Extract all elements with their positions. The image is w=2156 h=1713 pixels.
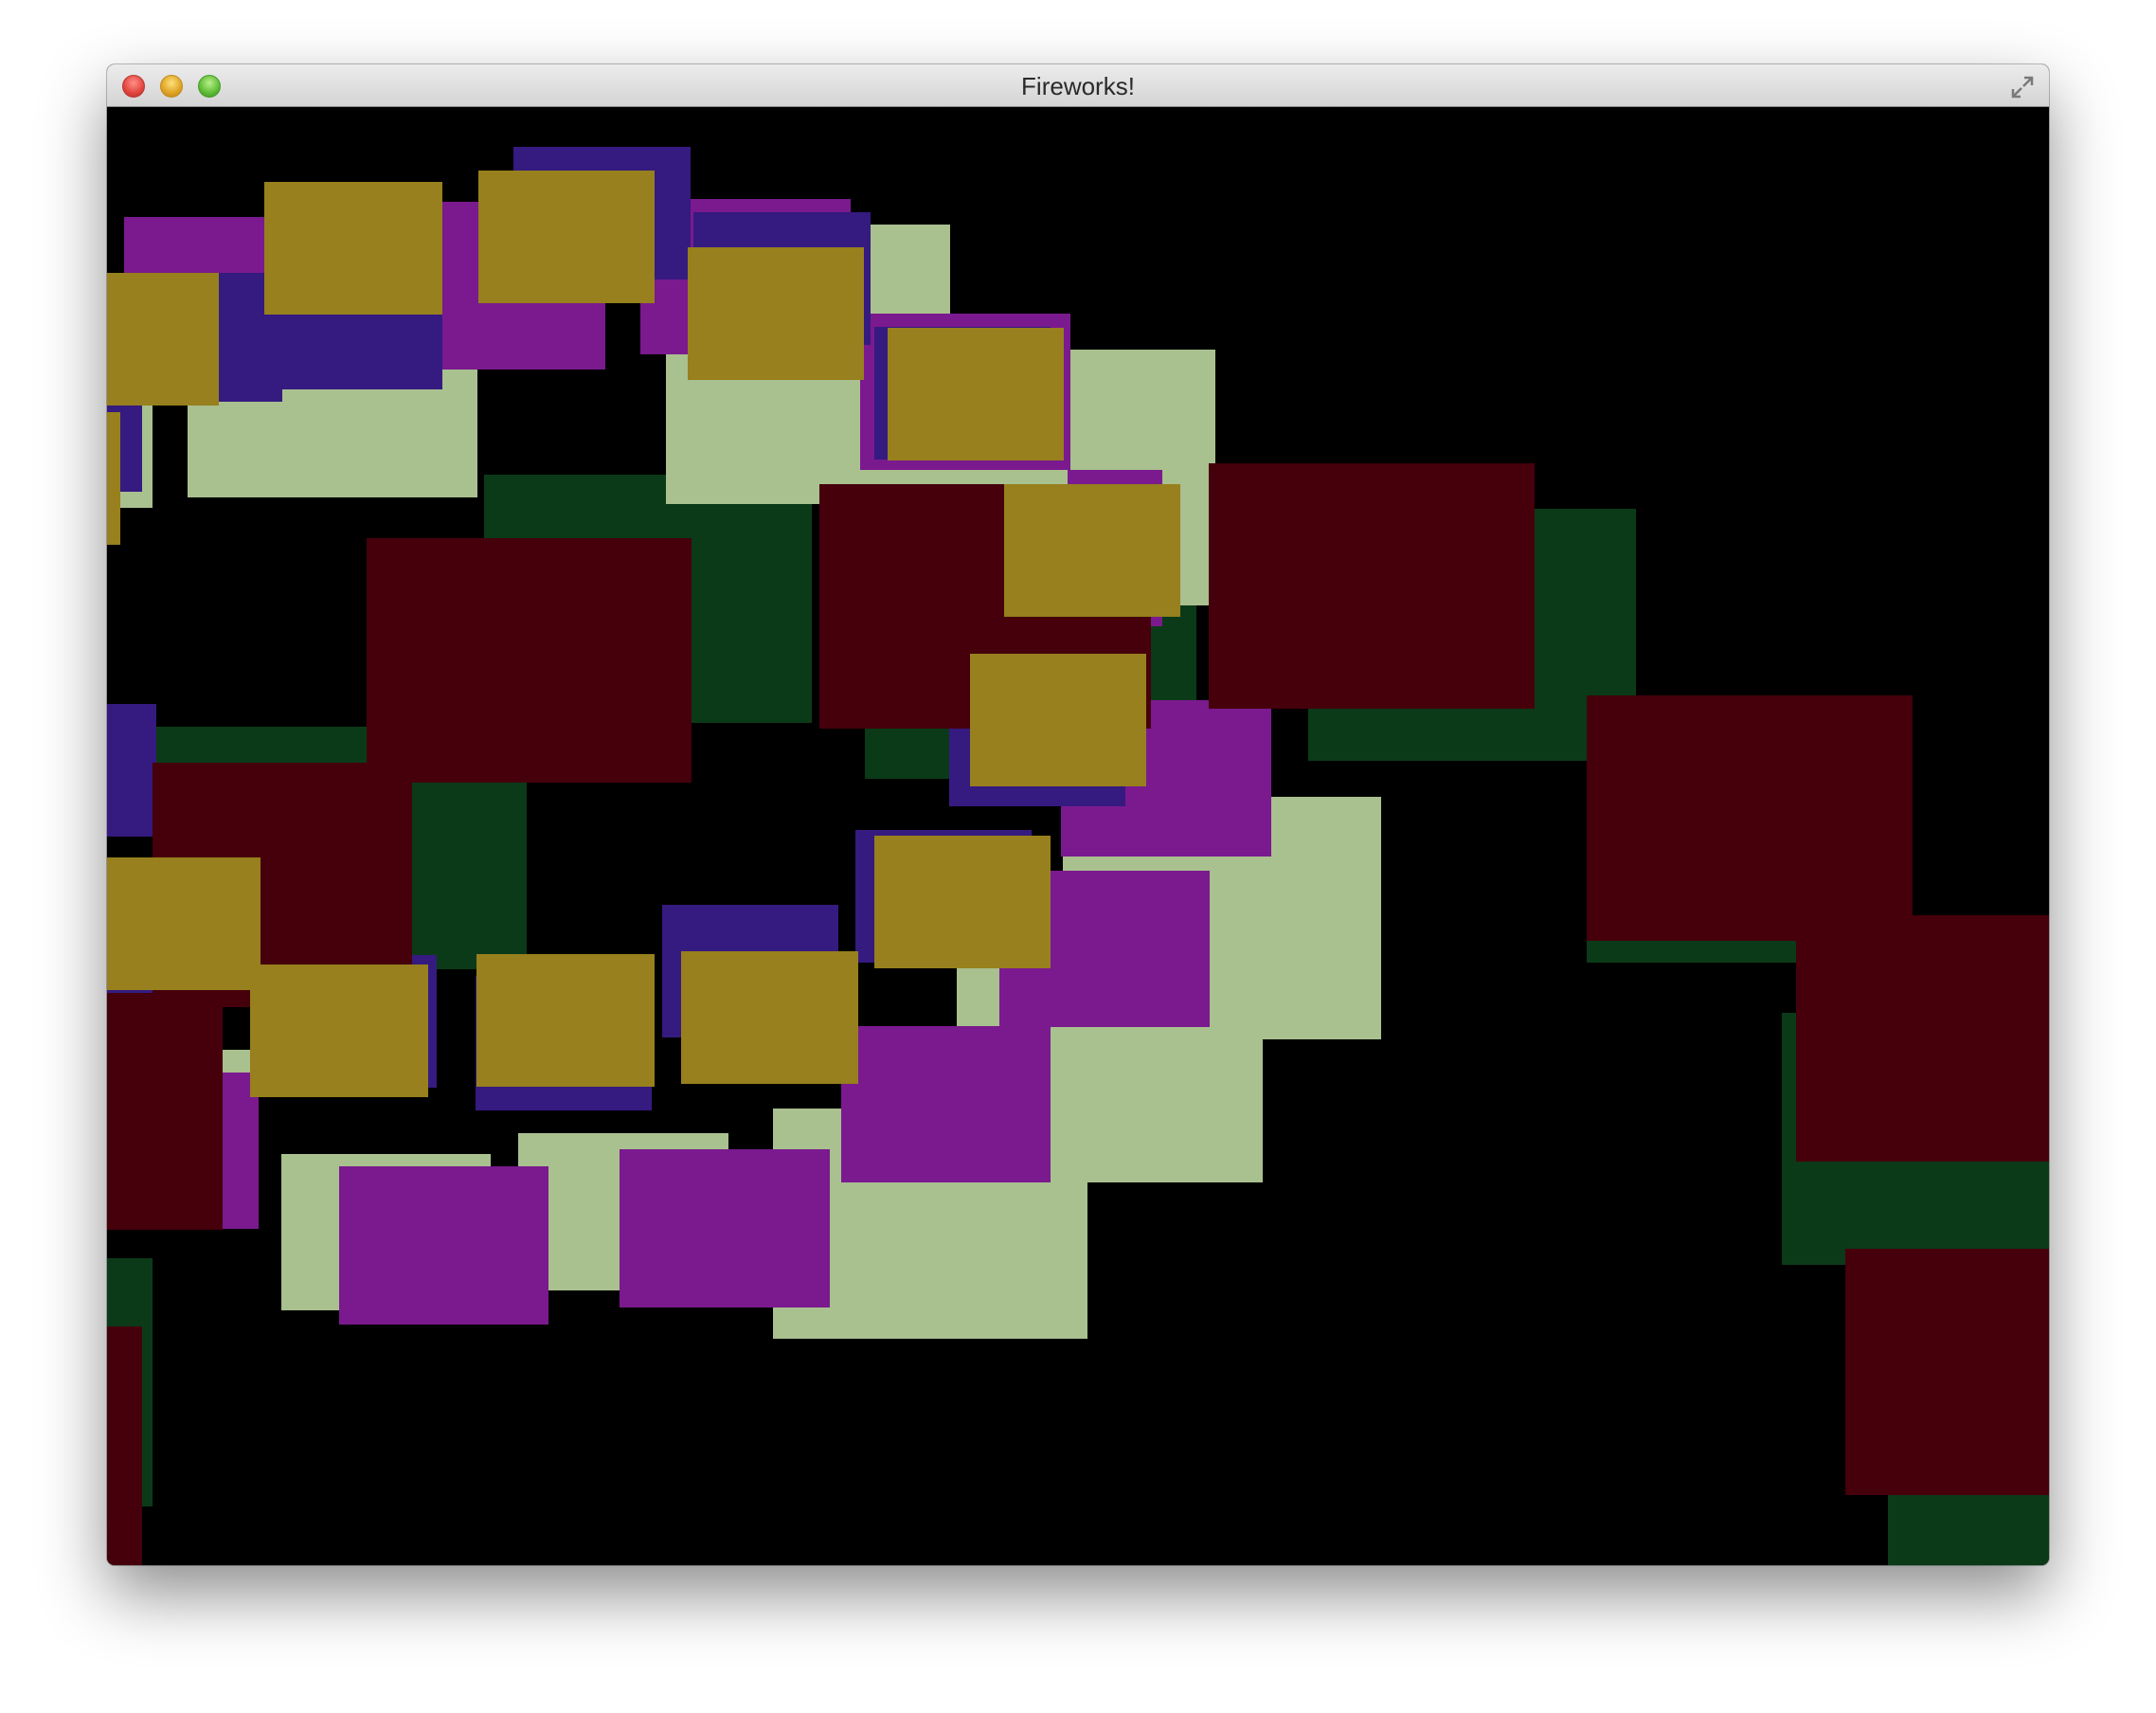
particle-olive [1004,484,1180,617]
particle-dark-red [1587,695,1913,941]
fireworks-canvas[interactable] [107,107,2049,1565]
particle-olive [250,965,428,1097]
particle-olive [874,836,1051,968]
particle-olive [264,182,442,315]
particle-dark-red [1796,915,2049,1162]
particle-dark-red [1209,463,1535,709]
particle-dark-red [367,538,692,783]
particle-olive [681,951,858,1084]
particle-olive [478,171,655,303]
app-window: Fireworks! [107,64,2049,1565]
particle-olive [107,412,120,545]
particle-olive [476,954,655,1087]
particle-purple [339,1166,548,1325]
particle-olive [970,654,1146,786]
particle-olive [688,247,864,380]
particle-olive [107,857,261,990]
particle-purple [841,1026,1051,1182]
particle-dark-red [1845,1249,2049,1495]
window-title: Fireworks! [1021,72,1135,100]
particle-olive [888,328,1064,460]
title-bar[interactable]: Fireworks! [107,64,2049,107]
particle-olive [107,273,219,406]
fullscreen-arrows-icon[interactable] [2009,74,2036,100]
particle-dark-red [107,993,223,1230]
particle-indigo [107,704,156,837]
fireworks-drawing [107,147,2049,1565]
particle-dark-red [107,1326,142,1565]
particle-purple [620,1149,830,1307]
